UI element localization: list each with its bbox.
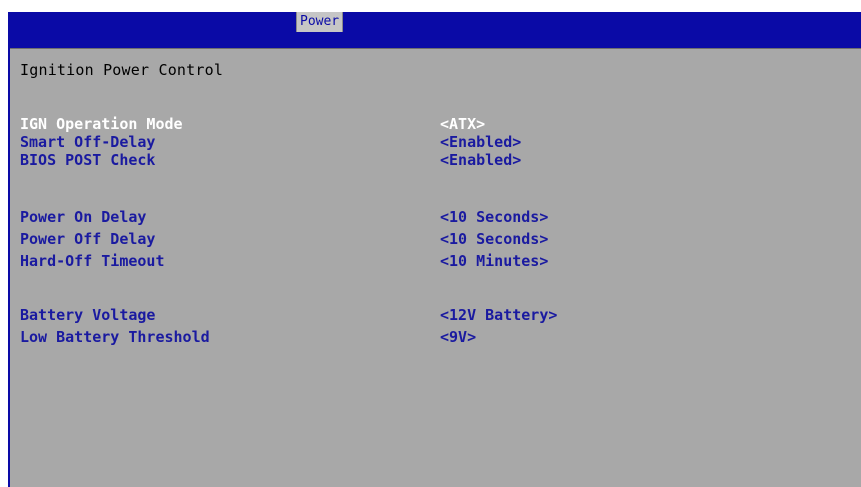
setting-value[interactable]: <10 Minutes> [440, 252, 548, 270]
setting-label: Hard-Off Timeout [20, 252, 165, 270]
setting-label: Smart Off-Delay [20, 133, 156, 151]
setting-row-ign-operation-mode[interactable]: IGN Operation Mode <ATX> [10, 115, 855, 133]
setting-row-low-battery-threshold[interactable]: Low Battery Threshold <9V> [10, 328, 855, 346]
setting-value[interactable]: <ATX> [440, 115, 485, 133]
setting-value[interactable]: <Enabled> [440, 133, 521, 151]
setting-row-hard-off-timeout[interactable]: Hard-Off Timeout <10 Minutes> [10, 252, 855, 270]
setting-value[interactable]: <12V Battery> [440, 306, 557, 324]
setting-label: Power Off Delay [20, 230, 156, 248]
page-title: Ignition Power Control [20, 61, 224, 79]
setting-label: Low Battery Threshold [20, 328, 210, 346]
setting-row-bios-post-check[interactable]: BIOS POST Check <Enabled> [10, 151, 855, 169]
setting-label: BIOS POST Check [20, 151, 156, 169]
setting-row-smart-off-delay[interactable]: Smart Off-Delay <Enabled> [10, 133, 855, 151]
setting-label: IGN Operation Mode [20, 115, 183, 133]
setting-value[interactable]: <10 Seconds> [440, 208, 548, 226]
settings-panel-body: Ignition Power Control IGN Operation Mod… [10, 48, 861, 487]
setting-value[interactable]: <Enabled> [440, 151, 521, 169]
setting-label: Power On Delay [20, 208, 147, 226]
setting-value[interactable]: <9V> [440, 328, 476, 346]
setting-label: Battery Voltage [20, 306, 156, 324]
settings-panel: Ignition Power Control IGN Operation Mod… [8, 32, 861, 487]
setting-row-battery-voltage[interactable]: Battery Voltage <12V Battery> [10, 306, 855, 324]
setting-value[interactable]: <10 Seconds> [440, 230, 548, 248]
setting-row-power-on-delay[interactable]: Power On Delay <10 Seconds> [10, 208, 855, 226]
bios-menu-bar: Power [8, 12, 861, 32]
setting-row-power-off-delay[interactable]: Power Off Delay <10 Seconds> [10, 230, 855, 248]
tab-power[interactable]: Power [296, 12, 344, 32]
